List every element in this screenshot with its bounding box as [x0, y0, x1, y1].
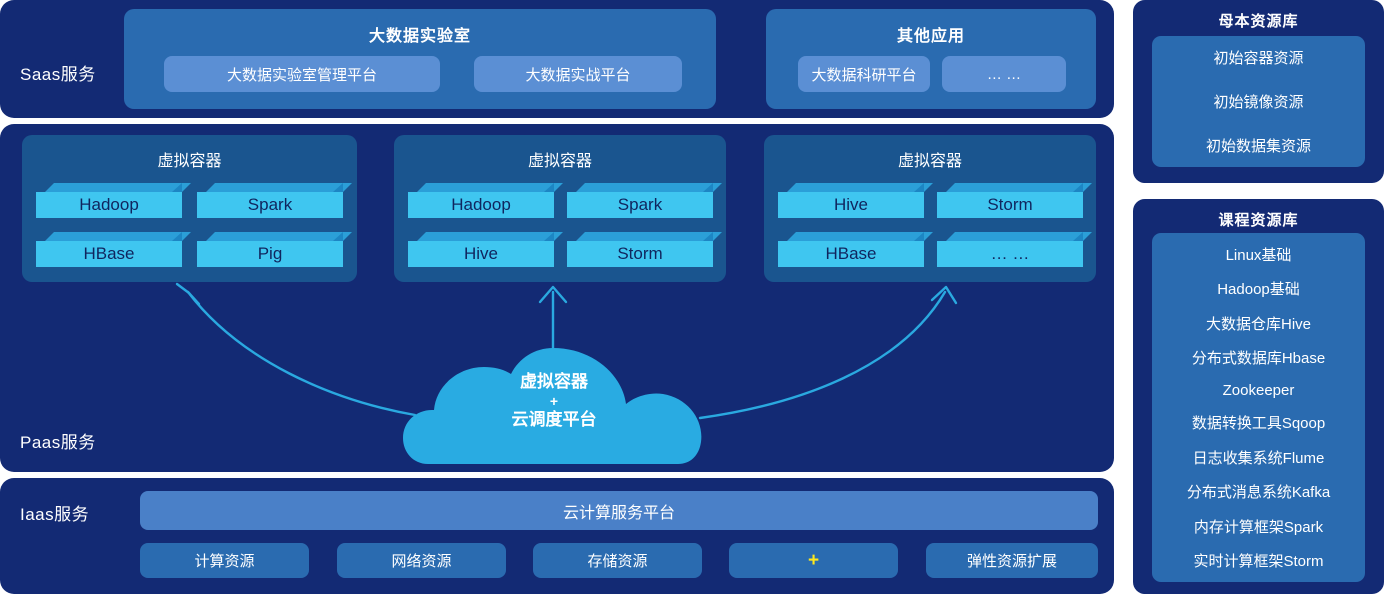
component-box-label: Spark	[567, 192, 713, 218]
virtual-container-panel-2: 虚拟容器 Hadoop Spark Hive Storm	[394, 135, 726, 282]
box-top-face	[206, 232, 352, 241]
list-item[interactable]: 分布式数据库Hbase	[1192, 347, 1325, 368]
side-panel-course-repository: 课程资源库 Linux基础 Hadoop基础 大数据仓库Hive 分布式数据库H…	[1133, 199, 1384, 594]
component-box-label: Storm	[567, 241, 713, 267]
side-panel-title: 课程资源库	[1218, 212, 1299, 229]
component-box-label: Storm	[937, 192, 1083, 218]
virtual-container-panel-3: 虚拟容器 Hive Storm HBase … …	[764, 135, 1096, 282]
box-top-face	[576, 232, 722, 241]
list-item[interactable]: 日志收集系统Flume	[1193, 447, 1325, 468]
resource-button-compute[interactable]: 计算资源	[140, 543, 309, 578]
cloud-computing-service-platform-bar[interactable]: 云计算服务平台	[140, 491, 1098, 530]
virtual-container-panel-1: 虚拟容器 Hadoop Spark HBase Pig	[22, 135, 357, 282]
component-box-hive[interactable]: Hive	[778, 183, 924, 218]
resource-button-elastic-expansion[interactable]: 弹性资源扩展	[926, 543, 1098, 578]
component-box-label: Pig	[197, 241, 343, 267]
list-item[interactable]: 初始容器资源	[1213, 47, 1303, 68]
component-box-pig[interactable]: Pig	[197, 232, 343, 267]
list-item[interactable]: 数据转换工具Sqoop	[1192, 412, 1325, 433]
app-group-big-data-lab: 大数据实验室 大数据实验室管理平台 大数据实战平台	[124, 9, 716, 109]
virtual-container-title: 虚拟容器	[527, 153, 592, 170]
list-item[interactable]: 内存计算框架Spark	[1194, 516, 1323, 537]
list-item[interactable]: Linux基础	[1226, 244, 1292, 265]
box-top-face	[787, 232, 933, 241]
box-top-face	[417, 232, 563, 241]
component-box-storm[interactable]: Storm	[567, 232, 713, 267]
cloud-label-group: 虚拟容器 + 云调度平台	[398, 372, 710, 431]
app-button-lab-management-platform[interactable]: 大数据实验室管理平台	[164, 56, 440, 92]
component-box-label: … …	[937, 241, 1083, 267]
resource-button-add[interactable]: +	[729, 543, 898, 578]
component-box-label: Hive	[778, 192, 924, 218]
box-top-face	[45, 183, 191, 192]
app-group-title: 大数据实验室	[368, 28, 471, 45]
cloud-scheduling-platform[interactable]: 虚拟容器 + 云调度平台	[398, 340, 710, 468]
list-item[interactable]: 实时计算框架Storm	[1193, 550, 1323, 571]
component-box-spark[interactable]: Spark	[197, 183, 343, 218]
list-item[interactable]: 分布式消息系统Kafka	[1187, 481, 1330, 502]
component-box-label: Hadoop	[36, 192, 182, 218]
list-item[interactable]: 大数据仓库Hive	[1206, 313, 1311, 334]
cloud-label-line1: 虚拟容器	[520, 372, 588, 391]
component-box-label: HBase	[778, 241, 924, 267]
component-box-label: Hadoop	[408, 192, 554, 218]
component-box-hbase[interactable]: HBase	[778, 232, 924, 267]
component-box-label: Hive	[408, 241, 554, 267]
cloud-label-plus: +	[549, 392, 559, 409]
virtual-container-title: 虚拟容器	[897, 153, 962, 170]
app-button-research-platform[interactable]: 大数据科研平台	[798, 56, 930, 92]
side-panel-body: Linux基础 Hadoop基础 大数据仓库Hive 分布式数据库Hbase Z…	[1152, 233, 1365, 582]
box-top-face	[946, 183, 1092, 192]
saas-layer-label: Saas服务	[20, 65, 96, 84]
box-top-face	[417, 183, 563, 192]
component-box-spark[interactable]: Spark	[567, 183, 713, 218]
resource-button-network[interactable]: 网络资源	[337, 543, 506, 578]
box-top-face	[206, 183, 352, 192]
virtual-container-title: 虚拟容器	[157, 153, 222, 170]
component-box-more[interactable]: … …	[937, 232, 1083, 267]
component-box-storm[interactable]: Storm	[937, 183, 1083, 218]
app-group-title: 其他应用	[896, 28, 965, 45]
list-item[interactable]: Zookeeper	[1223, 382, 1295, 399]
component-box-label: Spark	[197, 192, 343, 218]
component-box-hbase[interactable]: HBase	[36, 232, 182, 267]
component-box-hive[interactable]: Hive	[408, 232, 554, 267]
box-top-face	[576, 183, 722, 192]
component-box-label: HBase	[36, 241, 182, 267]
box-top-face	[45, 232, 191, 241]
list-item[interactable]: 初始数据集资源	[1206, 135, 1311, 156]
component-box-hadoop[interactable]: Hadoop	[36, 183, 182, 218]
resource-button-storage[interactable]: 存储资源	[533, 543, 702, 578]
box-top-face	[787, 183, 933, 192]
component-box-hadoop[interactable]: Hadoop	[408, 183, 554, 218]
box-top-face	[946, 232, 1092, 241]
architecture-diagram: Saas服务 大数据实验室 大数据实验室管理平台 大数据实战平台 其他应用 大数…	[0, 0, 1384, 594]
list-item[interactable]: Hadoop基础	[1217, 278, 1300, 299]
list-item[interactable]: 初始镜像资源	[1213, 91, 1303, 112]
iaas-layer-label: Iaas服务	[20, 505, 90, 524]
cloud-label-line3: 云调度平台	[511, 409, 597, 429]
side-panel-body: 初始容器资源 初始镜像资源 初始数据集资源	[1152, 36, 1365, 167]
app-button-more[interactable]: … …	[942, 56, 1066, 92]
paas-layer-label: Paas服务	[20, 433, 96, 452]
side-panel-title: 母本资源库	[1218, 13, 1299, 30]
app-button-lab-practice-platform[interactable]: 大数据实战平台	[474, 56, 682, 92]
app-group-other-apps: 其他应用 大数据科研平台 … …	[766, 9, 1096, 109]
side-panel-master-repository: 母本资源库 初始容器资源 初始镜像资源 初始数据集资源	[1133, 0, 1384, 183]
